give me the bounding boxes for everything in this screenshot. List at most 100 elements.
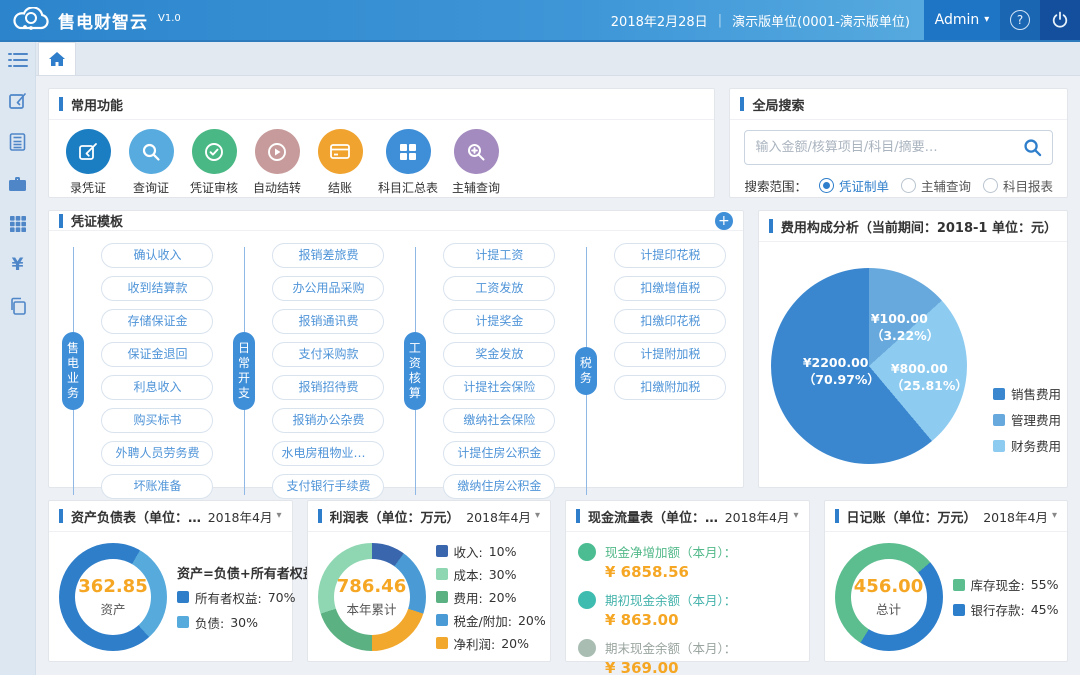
template-pill[interactable]: 奖金发放 bbox=[443, 342, 555, 367]
balance-equation: 资产=负债+所有者权益 bbox=[177, 563, 282, 582]
admin-menu[interactable]: Admin ▾ bbox=[924, 0, 1000, 40]
template-pill[interactable]: 水电房租物业管… bbox=[272, 441, 384, 466]
app-title: 售电财智云 bbox=[58, 8, 148, 33]
template-pill[interactable]: 计提附加税 bbox=[614, 342, 726, 367]
function-voucher-audit[interactable]: 凭证审核 bbox=[189, 129, 239, 196]
donut-value: 362.85 bbox=[78, 576, 147, 597]
legend-item: 负债:30% bbox=[177, 613, 282, 632]
legend-swatch bbox=[436, 614, 448, 626]
legend-swatch bbox=[436, 568, 448, 580]
template-pill[interactable]: 利息收入 bbox=[101, 375, 213, 400]
chevron-down-icon: ▾ bbox=[535, 511, 540, 521]
template-pill[interactable]: 缴纳社会保险 bbox=[443, 408, 555, 433]
category-label: 售电业务 bbox=[62, 332, 84, 410]
check-circle-icon bbox=[192, 129, 237, 174]
template-pill[interactable]: 存储保证金 bbox=[101, 309, 213, 334]
title-marker bbox=[835, 509, 839, 523]
tab-home[interactable] bbox=[38, 42, 76, 75]
template-pill[interactable]: 扣缴增值税 bbox=[614, 276, 726, 301]
template-pill[interactable]: 报销招待费 bbox=[272, 375, 384, 400]
period-dropdown[interactable]: 2018年4月 ▾ bbox=[983, 507, 1057, 526]
legend-item[interactable]: 财务费用 bbox=[993, 436, 1061, 455]
template-pill[interactable]: 工资发放 bbox=[443, 276, 555, 301]
scope-label: 搜索范围： bbox=[744, 176, 807, 195]
cloud-logo-icon bbox=[12, 7, 50, 33]
template-pill[interactable]: 保证金退回 bbox=[101, 342, 213, 367]
edit-note-icon[interactable] bbox=[8, 91, 28, 111]
function-aux-query[interactable]: 主辅查询 bbox=[451, 129, 501, 196]
legend-item: 银行存款:45% bbox=[953, 600, 1058, 619]
period-dropdown[interactable]: 2018年4月 ▾ bbox=[725, 507, 799, 526]
period-dropdown[interactable]: 2018年4月 ▾ bbox=[208, 507, 282, 526]
category-label: 工资核算 bbox=[404, 332, 426, 410]
template-pill[interactable]: 报销差旅费 bbox=[272, 243, 384, 268]
category-label: 日常开支 bbox=[233, 332, 255, 410]
scope-option-aux[interactable]: 主辅查询 bbox=[901, 176, 971, 195]
function-account-summary[interactable]: 科目汇总表 bbox=[378, 129, 438, 196]
calculator-icon[interactable] bbox=[8, 132, 28, 152]
scope-option-voucher[interactable]: 凭证制单 bbox=[819, 176, 889, 195]
template-pill[interactable]: 计提工资 bbox=[443, 243, 555, 268]
income-donut-chart[interactable]: 786.46 本年累计 bbox=[318, 543, 426, 651]
legend-swatch bbox=[993, 414, 1005, 426]
app-logo: 售电财智云 V1.0 bbox=[0, 7, 181, 33]
menu-icon[interactable] bbox=[8, 50, 28, 70]
balance-donut-chart[interactable]: 362.85 资产 bbox=[59, 543, 167, 651]
title-marker bbox=[59, 214, 63, 228]
pie-slice-label: ¥800.00 （25.81%） bbox=[891, 360, 968, 394]
search-icon[interactable] bbox=[1023, 138, 1042, 157]
legend-item: 费用:20% bbox=[436, 588, 541, 607]
cash-flow-panel: 现金流量表（单位：万元） 2018年4月 ▾ 现金净增加额（本月）： ¥ 685… bbox=[565, 500, 810, 662]
chevron-down-icon: ▾ bbox=[276, 511, 281, 521]
legend-swatch bbox=[177, 591, 189, 603]
global-search-input[interactable] bbox=[755, 140, 1023, 155]
function-auto-carryover[interactable]: 自动结转 bbox=[252, 129, 302, 196]
template-pill[interactable]: 缴纳住房公积金 bbox=[443, 474, 555, 499]
scope-option-report[interactable]: 科目报表 bbox=[983, 176, 1053, 195]
template-pill[interactable]: 购买标书 bbox=[101, 408, 213, 433]
play-circle-icon bbox=[255, 129, 300, 174]
template-pill[interactable]: 支付采购款 bbox=[272, 342, 384, 367]
template-pill[interactable]: 坏账准备 bbox=[101, 474, 213, 499]
template-pill[interactable]: 计提社会保险 bbox=[443, 375, 555, 400]
legend-swatch bbox=[436, 591, 448, 603]
function-query-voucher[interactable]: 查询证 bbox=[126, 129, 176, 196]
template-pill[interactable]: 计提印花税 bbox=[614, 243, 726, 268]
legend-swatch bbox=[436, 637, 448, 649]
template-pill[interactable]: 扣缴附加税 bbox=[614, 375, 726, 400]
briefcase-icon[interactable] bbox=[8, 173, 28, 193]
current-date: 2018年2月28日 bbox=[611, 11, 708, 30]
template-pill[interactable]: 计提奖金 bbox=[443, 309, 555, 334]
logout-button[interactable] bbox=[1040, 0, 1080, 40]
yen-icon[interactable]: ¥ bbox=[8, 255, 28, 275]
table-icon[interactable] bbox=[8, 214, 28, 234]
top-bar: 售电财智云 V1.0 2018年2月28日 | 演示版单位(0001-演示版单位… bbox=[0, 0, 1080, 40]
copy-icon[interactable] bbox=[8, 296, 28, 316]
template-pill[interactable]: 收到结算款 bbox=[101, 276, 213, 301]
help-button[interactable]: ? bbox=[1000, 0, 1040, 40]
journal-donut-chart[interactable]: 456.00 总计 bbox=[835, 543, 943, 651]
chevron-down-icon: ▾ bbox=[793, 511, 798, 521]
panel-title: 全局搜索 bbox=[752, 95, 804, 114]
template-pill[interactable]: 外聘人员劳务费 bbox=[101, 441, 213, 466]
pie-slice-label: ¥2200.00 （70.97%） bbox=[803, 354, 880, 388]
function-closing[interactable]: 结账 bbox=[315, 129, 365, 196]
add-template-button[interactable]: + bbox=[715, 212, 733, 230]
template-pill[interactable]: 计提住房公积金 bbox=[443, 441, 555, 466]
template-pill[interactable]: 确认收入 bbox=[101, 243, 213, 268]
template-pill[interactable]: 支付银行手续费 bbox=[272, 474, 384, 499]
expense-pie-chart[interactable]: ¥100.00 （3.22%） ¥800.00 （25.81%） ¥2200.0… bbox=[771, 268, 967, 464]
legend-item[interactable]: 销售费用 bbox=[993, 384, 1061, 403]
period-dropdown[interactable]: 2018年4月 ▾ bbox=[466, 507, 540, 526]
legend-item[interactable]: 管理费用 bbox=[993, 410, 1061, 429]
template-pill[interactable]: 报销通讯费 bbox=[272, 309, 384, 334]
template-pill[interactable]: 报销办公杂费 bbox=[272, 408, 384, 433]
template-pill[interactable]: 扣缴印花税 bbox=[614, 309, 726, 334]
cash-flow-row: 期初现金余额（本月）： ¥ 863.00 bbox=[578, 590, 797, 629]
legend-item: 所有者权益:70% bbox=[177, 588, 282, 607]
template-pill[interactable]: 办公用品采购 bbox=[272, 276, 384, 301]
function-record-voucher[interactable]: 录凭证 bbox=[63, 129, 113, 196]
cash-flow-row: 期末现金余额（本月）： ¥ 369.00 bbox=[578, 638, 797, 675]
legend-item: 净利润:20% bbox=[436, 634, 541, 653]
common-functions-panel: 常用功能 录凭证 bbox=[48, 88, 715, 198]
